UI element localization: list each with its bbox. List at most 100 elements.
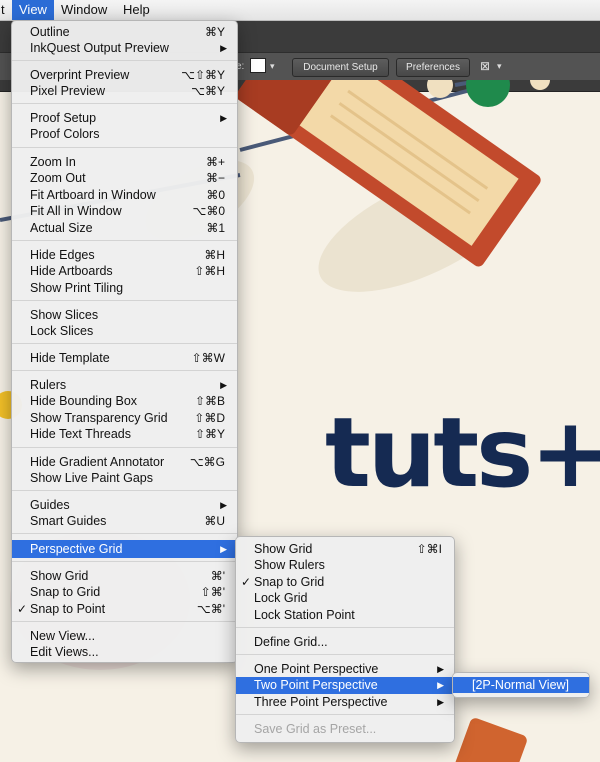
menu-item-perspective-grid[interactable]: Perspective Grid ▶ bbox=[12, 540, 237, 558]
menu-item-smart-guides[interactable]: Smart Guides ⌘U bbox=[12, 513, 237, 529]
menu-item-label: Perspective Grid bbox=[30, 542, 123, 556]
menu-item-lock-station-point[interactable]: Lock Station Point bbox=[236, 607, 454, 623]
document-setup-button[interactable]: Document Setup bbox=[292, 58, 389, 77]
menu-item-label: Save Grid as Preset... bbox=[254, 722, 377, 736]
menu-item-label: Three Point Perspective bbox=[254, 695, 388, 709]
menu-item-show-grid[interactable]: Show Grid ⇧⌘I bbox=[236, 541, 454, 557]
menu-item-label: Show Transparency Grid bbox=[30, 411, 168, 425]
menu-item-lock-slices[interactable]: Lock Slices bbox=[12, 323, 237, 339]
menu-item-outline[interactable]: Outline ⌘Y bbox=[12, 24, 237, 40]
menu-item-label: Zoom Out bbox=[30, 171, 86, 185]
arrange-icon[interactable]: ⊠ bbox=[480, 58, 490, 75]
menu-item-pixel-preview[interactable]: Pixel Preview ⌥⌘Y bbox=[12, 83, 237, 99]
menu-item-new-view[interactable]: New View... bbox=[12, 628, 237, 644]
submenu-arrow-icon: ▶ bbox=[220, 113, 227, 123]
menu-item-show-grid[interactable]: Show Grid ⌘' bbox=[12, 568, 237, 584]
menu-item-label: Hide Bounding Box bbox=[30, 394, 138, 408]
chevron-down-icon[interactable]: ▾ bbox=[497, 58, 502, 75]
menu-separator bbox=[12, 147, 237, 148]
menu-item-hide-bounding-box[interactable]: Hide Bounding Box ⇧⌘B bbox=[12, 393, 237, 409]
menu-item-label: New View... bbox=[30, 629, 96, 643]
menu-item-rulers[interactable]: Rulers ▶ bbox=[12, 377, 237, 393]
menu-item-label: Outline bbox=[30, 25, 70, 39]
menu-separator bbox=[12, 370, 237, 371]
menu-item-show-print-tiling[interactable]: Show Print Tiling bbox=[12, 280, 237, 296]
menu-item-label: Snap to Grid bbox=[254, 575, 325, 589]
checkmark-icon: ✓ bbox=[241, 575, 252, 589]
menu-item-fit-all[interactable]: Fit All in Window ⌥⌘0 bbox=[12, 203, 237, 219]
menu-item-zoom-in[interactable]: Zoom In ⌘+ bbox=[12, 154, 237, 170]
menu-item-three-point-perspective[interactable]: Three Point Perspective ▶ bbox=[236, 694, 454, 710]
perspective-grid-submenu: Show Grid ⇧⌘I Show Rulers ✓ Snap to Grid L… bbox=[235, 536, 455, 743]
menu-item-inkquest-output-preview[interactable]: InkQuest Output Preview ▶ bbox=[12, 40, 237, 56]
menu-item-define-grid[interactable]: Define Grid... bbox=[236, 634, 454, 650]
menu-item-hide-edges[interactable]: Hide Edges ⌘H bbox=[12, 247, 237, 263]
menu-item-label: Show Live Paint Gaps bbox=[30, 471, 153, 485]
menu-separator bbox=[12, 621, 237, 622]
menu-item-show-slices[interactable]: Show Slices bbox=[12, 307, 237, 323]
menu-item-label: Edit Views... bbox=[30, 645, 99, 659]
menubar-item-help[interactable]: Help bbox=[116, 0, 157, 20]
menu-item-label: Actual Size bbox=[30, 221, 93, 235]
menu-item-label: Show Grid bbox=[254, 542, 313, 556]
submenu-arrow-icon: ▶ bbox=[220, 500, 227, 510]
menu-item-label: Show Grid bbox=[30, 569, 89, 583]
menu-item-label: Proof Setup bbox=[30, 111, 97, 125]
menu-item-shortcut: ⌥⌘' bbox=[196, 602, 225, 616]
menu-item-proof-setup[interactable]: Proof Setup ▶ bbox=[12, 110, 237, 126]
menu-item-shortcut: ⇧⌘' bbox=[200, 585, 225, 599]
menu-item-shortcut: ⌥⌘0 bbox=[192, 204, 225, 218]
menu-item-lock-grid[interactable]: Lock Grid bbox=[236, 590, 454, 606]
menu-item-shortcut: ⇧⌘Y bbox=[194, 427, 225, 441]
menu-item-label: Show Slices bbox=[30, 308, 99, 322]
menu-item-show-rulers[interactable]: Show Rulers bbox=[236, 557, 454, 573]
menu-item-snap-to-grid[interactable]: Snap to Grid ⇧⌘' bbox=[12, 584, 237, 600]
menu-item-label: Rulers bbox=[30, 378, 67, 392]
menu-item-edit-views[interactable]: Edit Views... bbox=[12, 644, 237, 660]
menu-item-2p-normal-view[interactable]: [2P-Normal View] bbox=[453, 677, 589, 693]
menu-item-hide-text-threads[interactable]: Hide Text Threads ⇧⌘Y bbox=[12, 426, 237, 442]
menu-item-label: Hide Artboards bbox=[30, 264, 113, 278]
menu-item-show-transparency-grid[interactable]: Show Transparency Grid ⇧⌘D bbox=[12, 410, 237, 426]
menu-item-save-grid-as-preset: Save Grid as Preset... bbox=[236, 721, 454, 737]
menu-item-one-point-perspective[interactable]: One Point Perspective ▶ bbox=[236, 661, 454, 677]
menu-item-label: Hide Edges bbox=[30, 248, 95, 262]
menu-item-shortcut: ⇧⌘W bbox=[191, 351, 225, 365]
menu-item-hide-gradient-annotator[interactable]: Hide Gradient Annotator ⌥⌘G bbox=[12, 454, 237, 470]
menu-item-snap-to-grid[interactable]: ✓ Snap to Grid bbox=[236, 574, 454, 590]
menu-item-proof-colors[interactable]: Proof Colors bbox=[12, 126, 237, 142]
color-swatch[interactable] bbox=[250, 58, 266, 73]
menu-item-label: Overprint Preview bbox=[30, 68, 130, 82]
menu-item-zoom-out[interactable]: Zoom Out ⌘− bbox=[12, 170, 237, 186]
menu-item-shortcut: ⌘Y bbox=[204, 25, 225, 39]
menubar-item-edit[interactable]: t bbox=[0, 0, 12, 20]
menu-item-shortcut: ⇧⌘I bbox=[416, 542, 442, 556]
menu-item-two-point-perspective[interactable]: Two Point Perspective ▶ bbox=[236, 677, 454, 694]
menubar-item-view[interactable]: View bbox=[12, 0, 54, 20]
preferences-button[interactable]: Preferences bbox=[396, 58, 470, 77]
menu-item-snap-to-point[interactable]: ✓ Snap to Point ⌥⌘' bbox=[12, 601, 237, 617]
chevron-down-icon[interactable]: ▾ bbox=[270, 58, 275, 75]
menu-item-fit-artboard[interactable]: Fit Artboard in Window ⌘0 bbox=[12, 187, 237, 203]
menu-item-label: [2P-Normal View] bbox=[472, 678, 570, 692]
menu-separator bbox=[12, 240, 237, 241]
menu-separator bbox=[12, 490, 237, 491]
menu-item-hide-artboards[interactable]: Hide Artboards ⇧⌘H bbox=[12, 263, 237, 279]
menu-item-shortcut: ⇧⌘B bbox=[194, 394, 225, 408]
menu-item-shortcut: ⇧⌘H bbox=[194, 264, 225, 278]
menu-item-label: Hide Gradient Annotator bbox=[30, 455, 165, 469]
menu-item-label: Show Rulers bbox=[254, 558, 325, 572]
menu-item-overprint-preview[interactable]: Overprint Preview ⌥⇧⌘Y bbox=[12, 67, 237, 83]
menu-item-show-live-paint-gaps[interactable]: Show Live Paint Gaps bbox=[12, 470, 237, 486]
menu-item-label: Pixel Preview bbox=[30, 84, 106, 98]
menu-item-actual-size[interactable]: Actual Size ⌘1 bbox=[12, 220, 237, 236]
tuts-logo: tuts+ bbox=[325, 397, 600, 509]
menu-item-label: InkQuest Output Preview bbox=[30, 41, 169, 55]
menu-item-label: Lock Slices bbox=[30, 324, 94, 338]
menu-separator bbox=[12, 300, 237, 301]
menubar-item-window[interactable]: Window bbox=[54, 0, 114, 20]
menu-item-label: Guides bbox=[30, 498, 70, 512]
menu-item-shortcut: ⇧⌘D bbox=[194, 411, 225, 425]
menu-item-hide-template[interactable]: Hide Template ⇧⌘W bbox=[12, 350, 237, 366]
menu-item-guides[interactable]: Guides ▶ bbox=[12, 497, 237, 513]
